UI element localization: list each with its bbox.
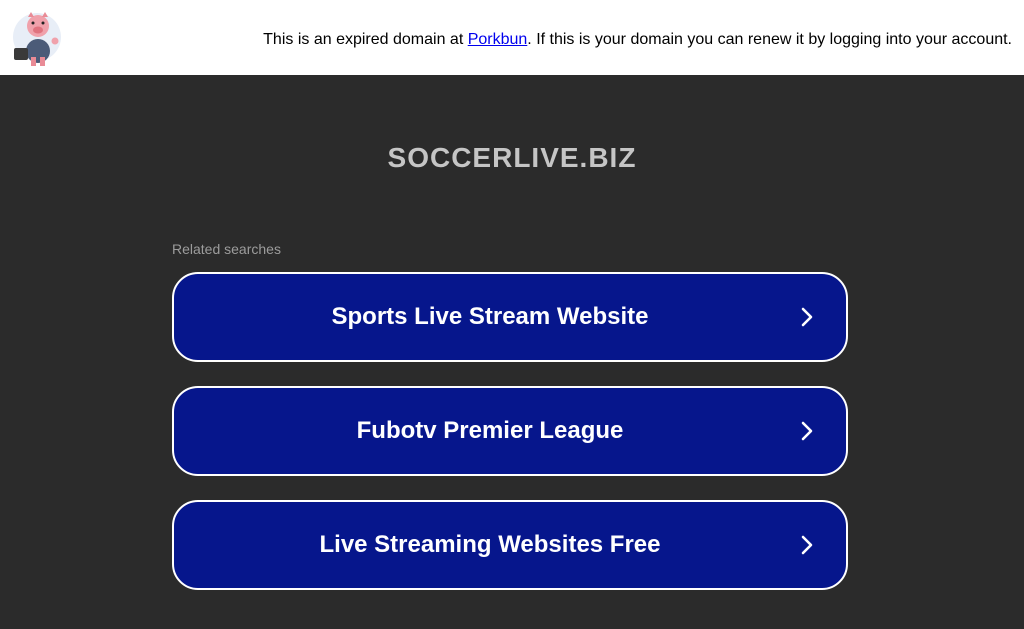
expired-domain-notice: This is an expired domain at Porkbun. If… <box>263 30 1012 49</box>
related-search-button[interactable]: Sports Live Stream Website <box>172 272 848 362</box>
related-search-button[interactable]: Live Streaming Websites Free <box>172 500 848 590</box>
notice-prefix: This is an expired domain at <box>263 31 468 48</box>
expired-domain-banner: This is an expired domain at Porkbun. If… <box>0 0 1024 75</box>
related-search-button[interactable]: Fubotv Premier League <box>172 386 848 476</box>
domain-title: SOCCERLIVE.BIZ <box>387 142 637 173</box>
related-search-label: Fubotv Premier League <box>356 417 624 444</box>
porkbun-pig-logo-icon <box>13 12 61 66</box>
chevron-right-icon <box>801 535 813 555</box>
notice-suffix: . If this is your domain you can renew i… <box>527 31 1012 48</box>
related-searches-label: Related searches <box>172 241 281 257</box>
porkbun-link[interactable]: Porkbun <box>468 31 528 48</box>
related-search-label: Sports Live Stream Website <box>331 303 649 330</box>
related-search-label: Live Streaming Websites Free <box>319 531 661 558</box>
chevron-right-icon <box>801 421 813 441</box>
chevron-right-icon <box>801 307 813 327</box>
